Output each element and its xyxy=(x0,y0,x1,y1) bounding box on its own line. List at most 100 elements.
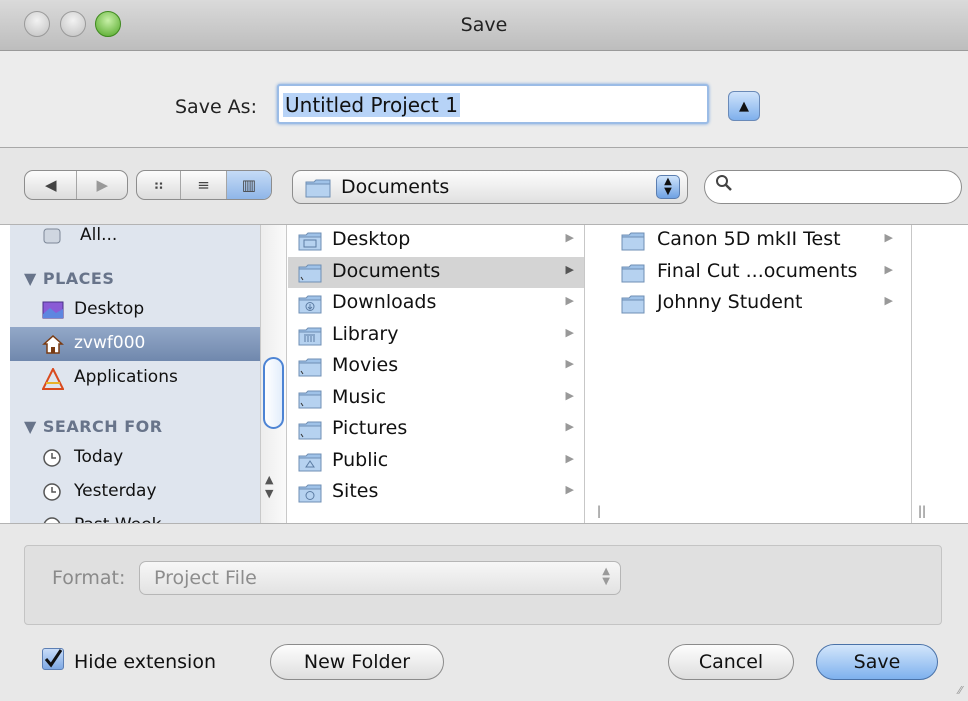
sidebar-item-home[interactable]: zvwf000 xyxy=(10,327,260,361)
list-view-button[interactable]: ≡ xyxy=(181,171,227,199)
sidebar-item-label: All... xyxy=(80,225,118,245)
clock-icon xyxy=(42,482,62,502)
sidebar-item-desktop[interactable]: Desktop xyxy=(10,293,260,327)
column-resize-handle[interactable]: || xyxy=(918,504,926,518)
clock-icon xyxy=(42,448,62,468)
disclosure-arrow-icon: ▶ xyxy=(565,294,574,307)
forward-button[interactable]: ▶ xyxy=(77,171,127,199)
back-button[interactable]: ◀ xyxy=(25,171,78,199)
column-1-item[interactable]: Downloads ▶ xyxy=(288,288,584,319)
search-for-header: ▼ SEARCH FOR xyxy=(24,417,163,436)
movies-folder-icon xyxy=(298,357,322,382)
disclosure-arrow-icon: ▶ xyxy=(565,388,574,402)
save-as-input[interactable]: Untitled Project 1 xyxy=(277,84,709,124)
folder-icon xyxy=(305,179,331,198)
save-button[interactable]: Save xyxy=(816,644,938,680)
item-label: Sites xyxy=(332,480,379,502)
item-label: Downloads xyxy=(332,291,437,313)
column-1-item[interactable]: Music ▶ xyxy=(288,383,584,414)
file-browser: All... ▼ PLACES Desktop zvwf000 Applicat… xyxy=(0,224,968,524)
sidebar-item-label: Past Week xyxy=(74,515,161,523)
sidebar-item-label: Yesterday xyxy=(74,481,157,501)
sidebar-item-yesterday[interactable]: Yesterday xyxy=(10,475,260,509)
sidebar-item-all[interactable]: All... xyxy=(10,225,260,253)
scroll-arrows-icon[interactable]: ▲ ▼ xyxy=(265,473,273,501)
back-forward-control: ◀ ▶ xyxy=(24,170,128,200)
column-2-item[interactable]: Final Cut ...ocuments ▶ xyxy=(585,257,911,288)
folder-icon xyxy=(621,231,645,256)
cancel-button[interactable]: Cancel xyxy=(668,644,794,680)
item-label: Desktop xyxy=(332,228,411,250)
column-2-item[interactable]: Canon 5D mkII Test ▶ xyxy=(585,225,911,256)
disclosure-arrow-icon: ▶ xyxy=(884,294,893,307)
applications-icon xyxy=(41,366,65,390)
back-arrow-icon: ◀ xyxy=(44,176,57,194)
item-label: Library xyxy=(332,322,399,345)
sidebar-item-past-week[interactable]: Past Week xyxy=(10,509,260,523)
item-label: Canon 5D mkII Test xyxy=(657,228,841,250)
hide-extension-checkbox[interactable] xyxy=(42,648,64,670)
item-label: Pictures xyxy=(332,417,408,439)
new-folder-button[interactable]: New Folder xyxy=(270,644,444,680)
forward-arrow-icon: ▶ xyxy=(96,176,109,194)
list-icon: ≡ xyxy=(197,176,210,194)
checkmark-icon xyxy=(44,649,63,668)
column-1-item[interactable]: Pictures ▶ xyxy=(288,414,584,445)
format-label: Format: xyxy=(52,567,126,589)
browser-column-2: Canon 5D mkII Test ▶ Final Cut ...ocuments… xyxy=(585,225,912,523)
collapse-dialog-button[interactable]: ▲ xyxy=(728,91,760,121)
sidebar-scrollbar[interactable]: ▲ ▼ xyxy=(260,225,287,523)
sidebar: All... ▼ PLACES Desktop zvwf000 Applicat… xyxy=(10,225,260,523)
save-as-label: Save As: xyxy=(175,96,257,118)
format-select: Project File ▲ ▼ xyxy=(139,561,621,595)
home-icon xyxy=(42,334,64,354)
disclosure-arrow-icon: ▶ xyxy=(884,262,893,276)
pictures-folder-icon xyxy=(298,420,322,445)
desktop-icon xyxy=(42,300,64,320)
folder-icon xyxy=(621,294,645,319)
library-folder-icon xyxy=(298,326,322,351)
column-2-item[interactable]: Johnny Student ▶ xyxy=(585,288,911,319)
scrollbar-thumb[interactable] xyxy=(263,357,284,429)
column-1-item[interactable]: Sites ▶ xyxy=(288,477,584,508)
resize-grip-icon[interactable]: ⁄⁄ xyxy=(958,684,962,697)
music-folder-icon xyxy=(298,389,322,414)
sites-folder-icon xyxy=(298,483,322,508)
item-label: Public xyxy=(332,448,389,471)
places-header: ▼ PLACES xyxy=(24,269,115,288)
column-1-item[interactable]: Movies ▶ xyxy=(288,351,584,382)
column-resize-handle[interactable]: | xyxy=(597,504,601,518)
public-folder-icon xyxy=(298,452,322,477)
column-1-item[interactable]: Documents ▶ xyxy=(288,256,584,288)
item-label: Music xyxy=(332,385,387,408)
save-as-value: Untitled Project 1 xyxy=(283,93,460,117)
column-1-item[interactable]: Desktop ▶ xyxy=(288,225,584,256)
popup-stepper-icon: ▲ ▼ xyxy=(602,566,610,587)
sidebar-item-label: Desktop xyxy=(74,299,145,319)
title-bar: Save xyxy=(0,0,968,51)
column-view-button[interactable]: ▥ xyxy=(226,171,271,199)
disclosure-arrow-icon: ▶ xyxy=(565,231,574,244)
search-field[interactable] xyxy=(704,170,962,204)
item-label: Movies xyxy=(332,354,399,376)
triangle-up-icon: ▲ xyxy=(739,98,749,114)
column-1-item[interactable]: Public ▶ xyxy=(288,446,584,477)
sidebar-item-label: Today xyxy=(74,447,124,467)
search-icon xyxy=(715,174,733,197)
clock-icon xyxy=(42,226,62,246)
sidebar-item-today[interactable]: Today xyxy=(10,441,260,475)
icon-view-button[interactable]: ⠶ xyxy=(137,171,182,199)
hide-extension-label: Hide extension xyxy=(74,651,216,673)
grid-icon: ⠶ xyxy=(153,176,165,194)
column-1-item[interactable]: Library ▶ xyxy=(288,320,584,351)
columns-icon: ▥ xyxy=(241,176,256,194)
disclosure-arrow-icon: ▶ xyxy=(565,451,574,465)
browser-column-1: Desktop ▶ Documents ▶ Downloads ▶ Library ▶ Movi… xyxy=(288,225,585,523)
item-label: Documents xyxy=(332,259,441,282)
sidebar-item-applications[interactable]: Applications xyxy=(10,361,260,395)
popup-stepper-icon: ▲ ▼ xyxy=(656,175,680,199)
location-popup[interactable]: Documents ▲ ▼ xyxy=(292,170,688,204)
disclosure-arrow-icon: ▶ xyxy=(565,483,574,496)
folder-icon xyxy=(621,263,645,288)
documents-folder-icon xyxy=(298,263,322,288)
